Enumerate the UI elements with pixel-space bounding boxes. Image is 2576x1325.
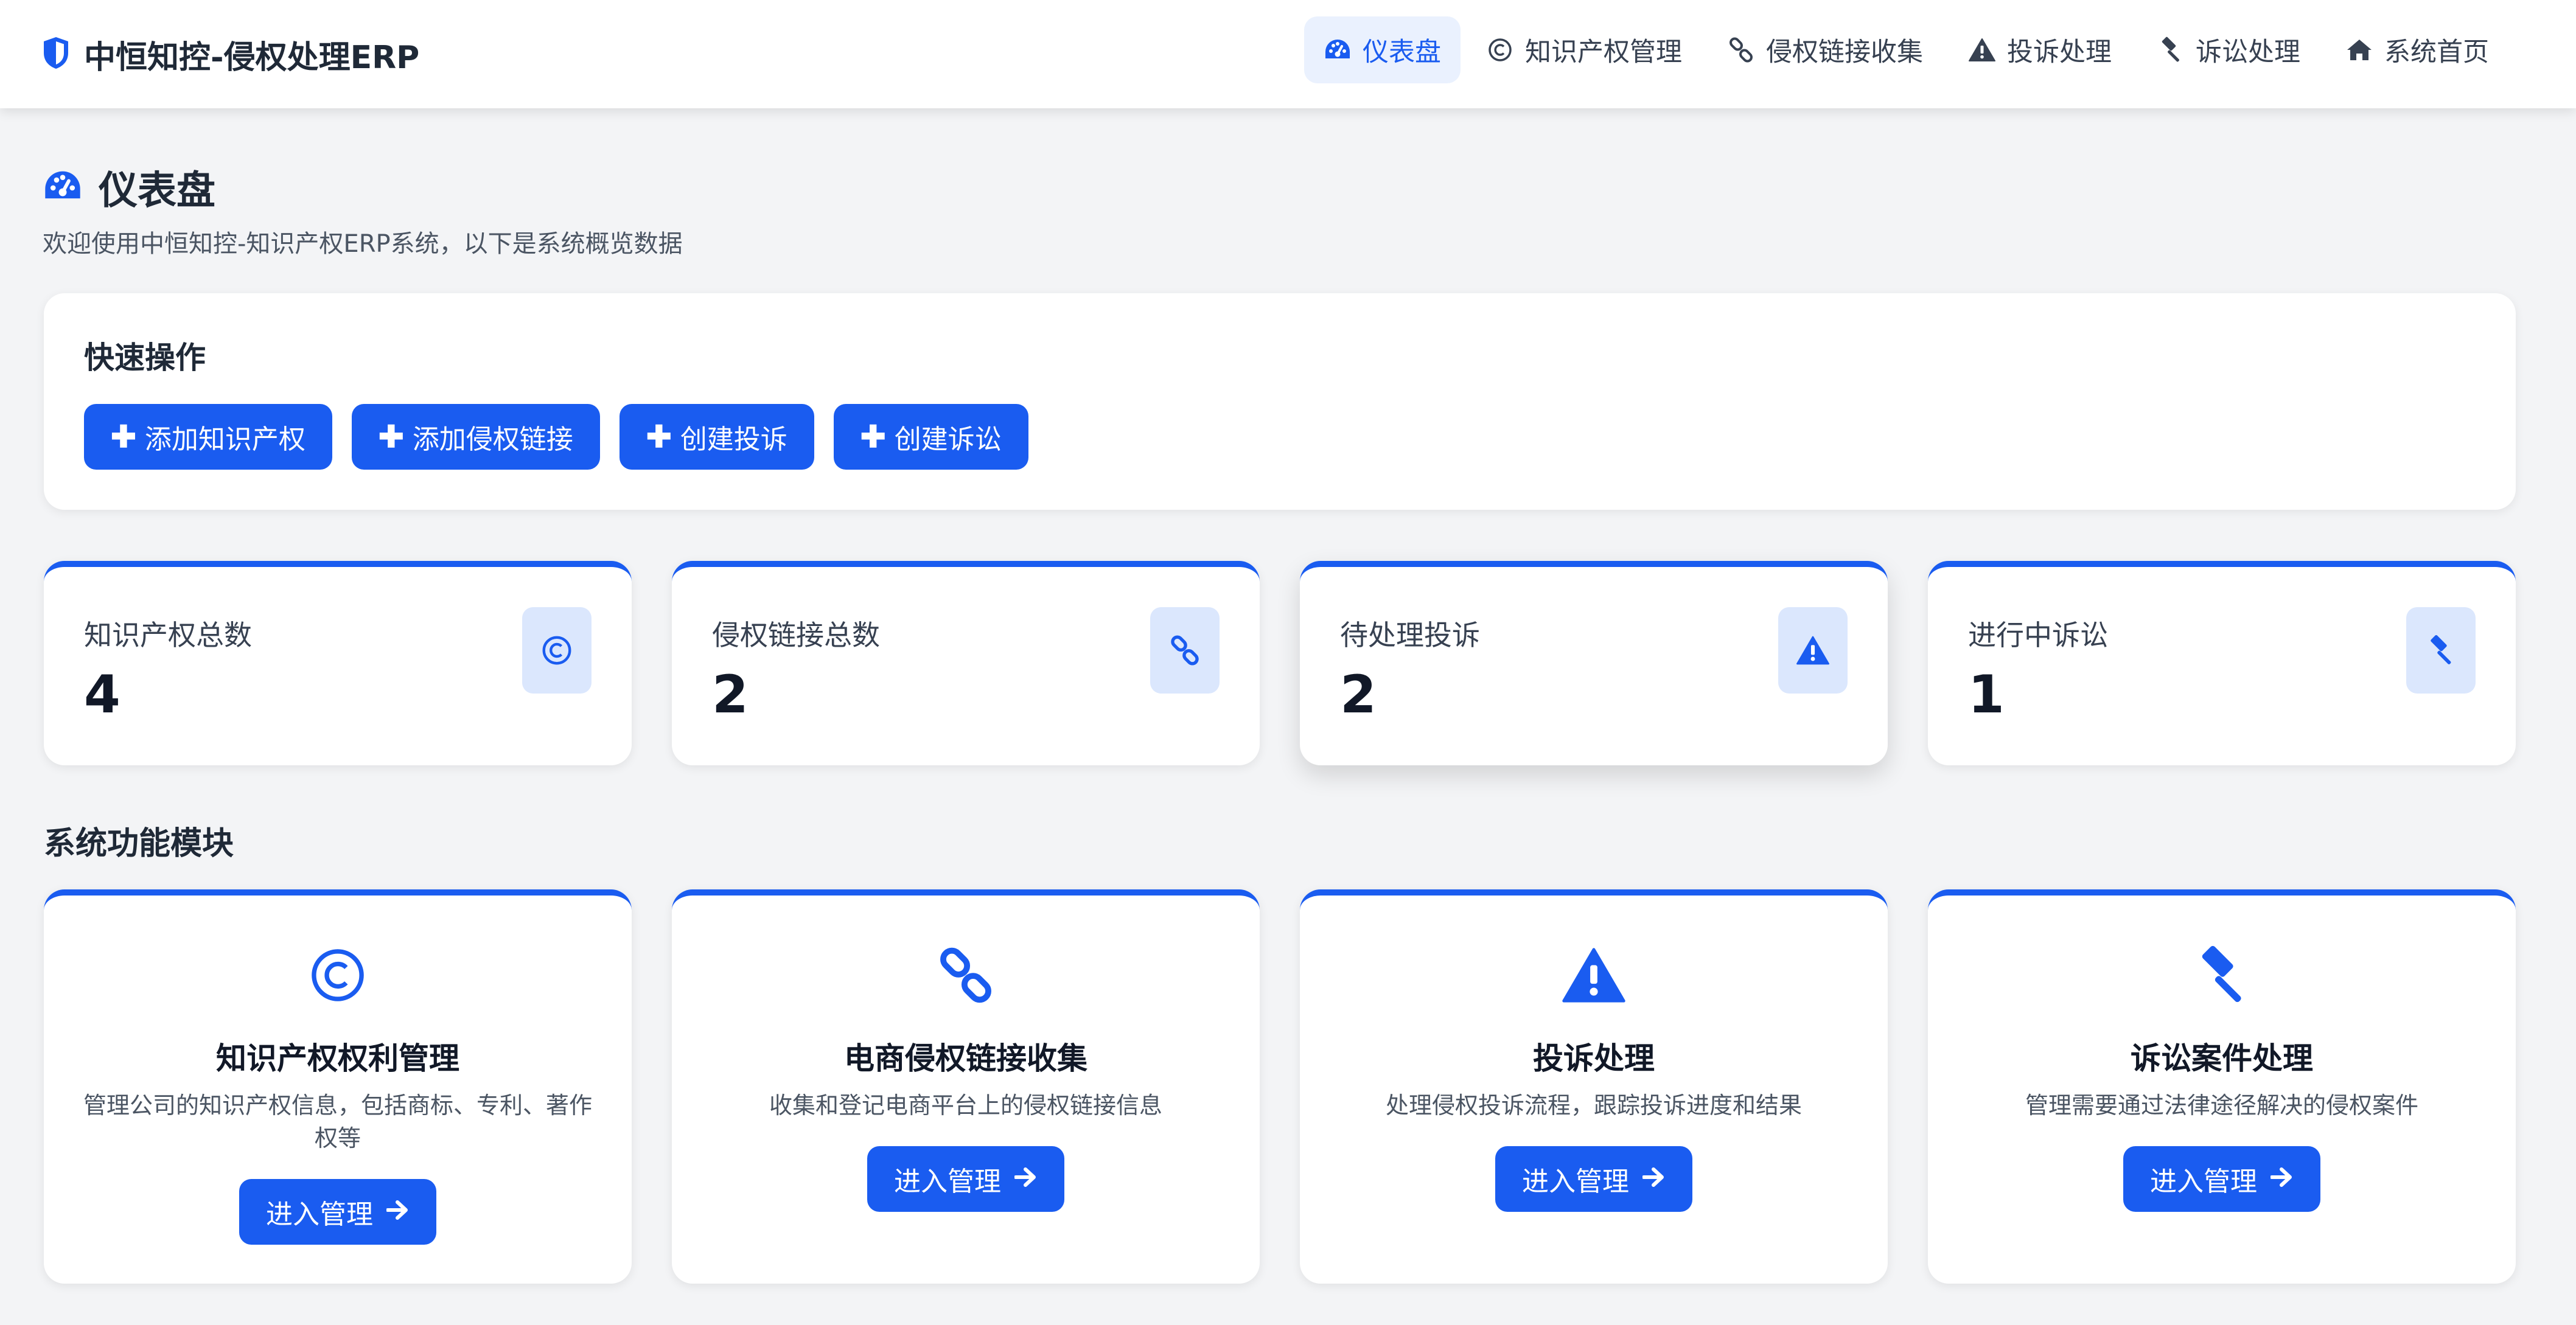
stats-row: 知识产权总数 4 侵权链接总数 2 待处理投诉 2 进行中诉讼 1 (44, 561, 2516, 765)
module-card-complaints: 投诉处理 处理侵权投诉流程，跟踪投诉进度和结果 进入管理 (1300, 889, 1888, 1284)
button-label: 创建投诉 (680, 425, 787, 454)
stat-label: 知识产权总数 (84, 619, 252, 652)
shield-icon (43, 36, 69, 72)
nav-item-label: 诉讼处理 (2196, 37, 2300, 68)
stat-label: 侵权链接总数 (712, 619, 880, 652)
module-card-link-collection: 电商侵权链接收集 收集和登记电商平台上的侵权链接信息 进入管理 (672, 889, 1260, 1284)
copyright-icon (44, 942, 632, 1009)
button-label: 进入管理 (266, 1200, 373, 1229)
stat-label: 待处理投诉 (1340, 619, 1480, 652)
stat-value: 2 (712, 664, 749, 725)
stat-card-active-litigation: 进行中诉讼 1 (1928, 561, 2516, 765)
module-description: 管理需要通过法律途径解决的侵权案件 (2025, 1092, 2418, 1119)
module-title: 电商侵权链接收集 (844, 1041, 1087, 1076)
nav-item-link-collection[interactable]: 侵权链接收集 (1708, 16, 1942, 83)
module-card-litigation: 诉讼案件处理 管理需要通过法律途径解决的侵权案件 进入管理 (1928, 889, 2516, 1284)
nav-item-litigation[interactable]: 诉讼处理 (2137, 16, 2320, 83)
nav-item-label: 侵权链接收集 (1766, 37, 1923, 68)
plus-icon: ✚ (646, 420, 672, 454)
button-label: 添加侵权链接 (412, 425, 573, 454)
stat-label: 进行中诉讼 (1968, 619, 2108, 652)
create-lawsuit-button[interactable]: ✚ 创建诉讼 (833, 404, 1028, 470)
top-navbar: 中恒知控-侵权处理ERP 仪表盘 知识产权管理 侵权链接收集 投诉处理 诉讼处理… (0, 0, 2576, 108)
nav-item-label: 系统首页 (2384, 37, 2489, 68)
page-header: 仪表盘 欢迎使用中恒知控-知识产权ERP系统，以下是系统概览数据 (43, 159, 683, 259)
link-icon (1727, 36, 1755, 64)
brand[interactable]: 中恒知控-侵权处理ERP (43, 28, 419, 80)
nav-item-ip-management[interactable]: 知识产权管理 (1467, 16, 1702, 83)
link-icon (672, 942, 1260, 1009)
stat-card-pending-complaints: 待处理投诉 2 (1300, 561, 1888, 765)
add-ip-button[interactable]: ✚ 添加知识产权 (84, 404, 332, 470)
main-nav: 仪表盘 知识产权管理 侵权链接收集 投诉处理 诉讼处理 系统首页 (1304, 16, 2508, 83)
button-label: 创建诉讼 (894, 425, 1002, 454)
button-label: 进入管理 (894, 1167, 1001, 1197)
page-title: 仪表盘 (99, 169, 215, 214)
plus-icon: ✚ (378, 420, 404, 454)
module-card-ip-rights: 知识产权权利管理 管理公司的知识产权信息，包括商标、专利、著作权等 进入管理 (44, 889, 632, 1284)
quick-actions-title: 快速操作 (84, 340, 206, 375)
enter-complaints-button[interactable]: 进入管理 (1495, 1146, 1692, 1212)
module-description: 处理侵权投诉流程，跟踪投诉进度和结果 (1385, 1092, 1802, 1119)
copyright-icon (522, 607, 592, 694)
nav-item-label: 投诉处理 (2007, 37, 2112, 68)
create-complaint-button[interactable]: ✚ 创建投诉 (619, 404, 814, 470)
nav-item-label: 知识产权管理 (1525, 37, 1682, 68)
button-label: 添加知识产权 (144, 425, 305, 454)
dashboard-icon (1324, 36, 1352, 64)
quick-actions-panel: 快速操作 ✚ 添加知识产权 ✚ 添加侵权链接 ✚ 创建投诉 ✚ 创建诉讼 (44, 293, 2516, 510)
add-infringing-link-button[interactable]: ✚ 添加侵权链接 (351, 404, 600, 470)
quick-actions-buttons: ✚ 添加知识产权 ✚ 添加侵权链接 ✚ 创建投诉 ✚ 创建诉讼 (84, 404, 1028, 470)
enter-litigation-button[interactable]: 进入管理 (2123, 1146, 2320, 1212)
enter-link-collection-button[interactable]: 进入管理 (867, 1146, 1064, 1212)
modules-title: 系统功能模块 (44, 826, 234, 862)
brand-title: 中恒知控-侵权处理ERP (84, 39, 420, 76)
arrow-right-icon (1014, 1164, 1038, 1194)
plus-icon: ✚ (860, 420, 886, 454)
modules-grid: 知识产权权利管理 管理公司的知识产权信息，包括商标、专利、著作权等 进入管理 电… (44, 889, 2516, 1284)
button-label: 进入管理 (2150, 1167, 2257, 1197)
module-description: 管理公司的知识产权信息，包括商标、专利、著作权等 (83, 1092, 592, 1152)
stat-value: 4 (84, 664, 120, 725)
arrow-right-icon (1642, 1164, 1666, 1194)
arrow-right-icon (386, 1197, 410, 1227)
warning-icon (1778, 607, 1848, 694)
link-icon (1150, 607, 1220, 694)
stat-card-link-total: 侵权链接总数 2 (672, 561, 1260, 765)
home-icon (2345, 36, 2373, 64)
plus-icon: ✚ (111, 420, 136, 454)
page-subtitle: 欢迎使用中恒知控-知识产权ERP系统，以下是系统概览数据 (43, 230, 683, 258)
dashboard-icon (43, 169, 83, 206)
gavel-icon (2406, 607, 2476, 694)
nav-item-complaints[interactable]: 投诉处理 (1949, 16, 2131, 83)
arrow-right-icon (2270, 1164, 2294, 1194)
module-title: 知识产权权利管理 (216, 1041, 459, 1076)
nav-item-dashboard[interactable]: 仪表盘 (1304, 16, 1461, 83)
enter-ip-management-button[interactable]: 进入管理 (239, 1179, 436, 1245)
gavel-icon (1928, 942, 2516, 1009)
stat-value: 2 (1340, 664, 1377, 725)
stat-value: 1 (1968, 664, 2005, 725)
nav-item-label: 仪表盘 (1363, 37, 1441, 68)
warning-icon (1968, 36, 1996, 64)
module-title: 投诉处理 (1533, 1041, 1655, 1076)
nav-item-home[interactable]: 系统首页 (2326, 16, 2508, 83)
module-description: 收集和登记电商平台上的侵权链接信息 (769, 1092, 1162, 1119)
stat-card-ip-total: 知识产权总数 4 (44, 561, 632, 765)
button-label: 进入管理 (1522, 1167, 1629, 1197)
gavel-icon (2157, 36, 2185, 64)
module-title: 诉讼案件处理 (2131, 1041, 2313, 1076)
warning-icon (1300, 942, 1888, 1009)
copyright-icon (1486, 36, 1514, 64)
